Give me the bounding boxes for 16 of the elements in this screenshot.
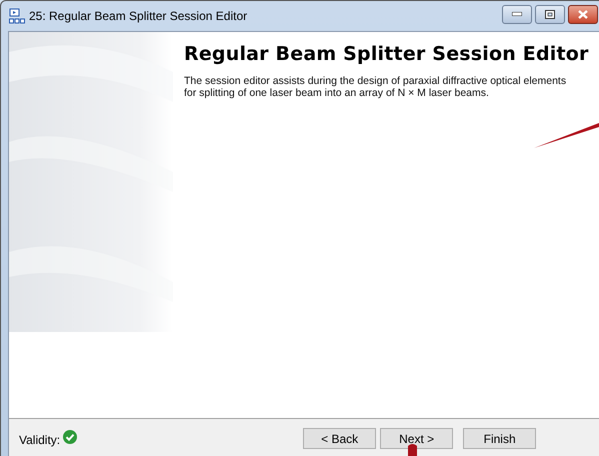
maximize-icon <box>545 10 555 18</box>
wizard-button[interactable]: Finish <box>463 428 536 449</box>
close-button[interactable] <box>568 4 598 24</box>
minimize-icon <box>512 12 522 16</box>
window-title: 25: Regular Beam Splitter Session Editor <box>29 8 248 25</box>
app-icon <box>9 8 25 24</box>
page-description: The session editor assists during the design of paraxial diffractive optical elements for splitting of one laser beam into an array of N × M laser beams. <box>184 74 568 98</box>
page-heading: Regular Beam Splitter Session Editor <box>184 42 589 67</box>
minimize-button[interactable] <box>502 4 532 24</box>
pointer-marker <box>408 443 417 456</box>
maximize-button[interactable] <box>535 4 565 24</box>
wizard-button[interactable]: Next > <box>380 428 454 449</box>
wizard-button[interactable]: < Back <box>303 428 376 449</box>
close-icon <box>578 10 588 18</box>
validity-label: Validity: <box>19 432 60 449</box>
pointer-line <box>534 123 599 149</box>
